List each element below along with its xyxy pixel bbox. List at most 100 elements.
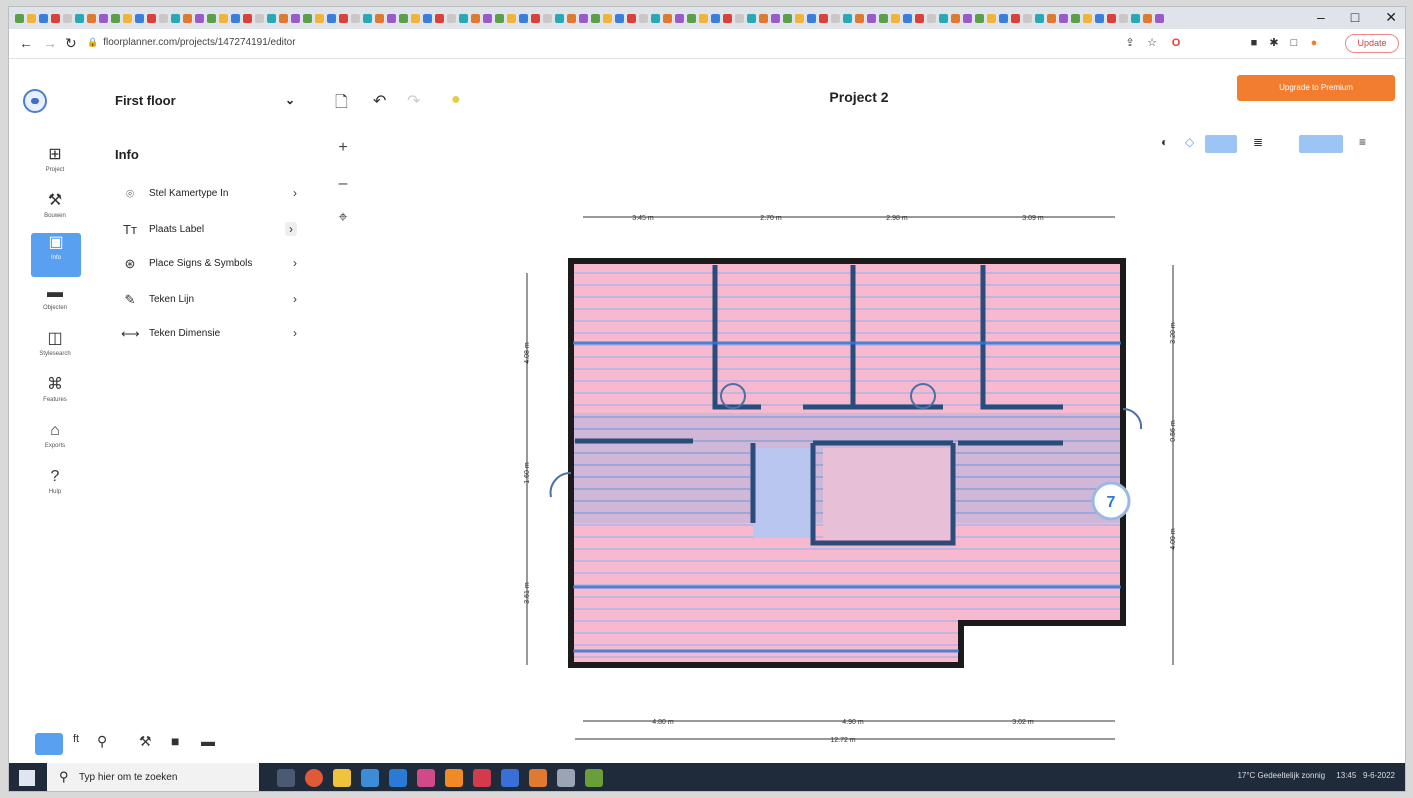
tab-favicon-icon[interactable]: [495, 14, 504, 23]
store-app-icon[interactable]: [361, 769, 379, 787]
tab-favicon-icon[interactable]: [471, 14, 480, 23]
tab-favicon-icon[interactable]: [651, 14, 660, 23]
tab-favicon-icon[interactable]: [663, 14, 672, 23]
mail-app-icon[interactable]: [389, 769, 407, 787]
tab-favicon-icon[interactable]: [579, 14, 588, 23]
tab-favicon-icon[interactable]: [231, 14, 240, 23]
tab-favicon-icon[interactable]: [807, 14, 816, 23]
opera-icon[interactable]: O: [1169, 36, 1183, 50]
puzzle-icon[interactable]: ✱: [1267, 36, 1281, 50]
tab-favicon-icon[interactable]: [567, 14, 576, 23]
sidepanel-icon[interactable]: □: [1287, 36, 1301, 50]
tab-favicon-icon[interactable]: [159, 14, 168, 23]
photos-app-icon[interactable]: [417, 769, 435, 787]
tab-favicon-icon[interactable]: [171, 14, 180, 23]
tab-favicon-icon[interactable]: [99, 14, 108, 23]
tab-favicon-icon[interactable]: [795, 14, 804, 23]
layers-view-icon[interactable]: [1205, 135, 1237, 153]
tab-favicon-icon[interactable]: [291, 14, 300, 23]
tab-favicon-icon[interactable]: [51, 14, 60, 23]
tab-favicon-icon[interactable]: [903, 14, 912, 23]
tab-favicon-icon[interactable]: [1071, 14, 1080, 23]
sidebar-item-features[interactable]: ⌘ Features: [29, 375, 81, 419]
tab-favicon-icon[interactable]: [135, 14, 144, 23]
browser-tabs[interactable]: [15, 12, 1205, 25]
system-tray[interactable]: 17°C Gedeeltelijk zonnig 13:45 9-6-2022: [1237, 771, 1395, 780]
tab-favicon-icon[interactable]: [687, 14, 696, 23]
task-view-icon[interactable]: [277, 769, 295, 787]
tab-favicon-icon[interactable]: [927, 14, 936, 23]
tab-favicon-icon[interactable]: [303, 14, 312, 23]
app-icon-red[interactable]: [473, 769, 491, 787]
project-title[interactable]: Project 2: [809, 89, 909, 105]
sidebar-item-hulp[interactable]: ? Hulp: [29, 467, 81, 511]
tab-favicon-icon[interactable]: [747, 14, 756, 23]
tab-favicon-icon[interactable]: [447, 14, 456, 23]
extension-icon[interactable]: ■: [1247, 36, 1261, 50]
tab-favicon-icon[interactable]: [519, 14, 528, 23]
tab-favicon-icon[interactable]: [111, 14, 120, 23]
tab-favicon-icon[interactable]: [543, 14, 552, 23]
back-arrow-icon[interactable]: ←: [19, 35, 33, 51]
2d-view-icon[interactable]: ◇: [1185, 135, 1194, 153]
sidebar-item-info[interactable]: ▣ Info: [31, 233, 81, 277]
tab-favicon-icon[interactable]: [1131, 14, 1140, 23]
reload-icon[interactable]: ↻: [65, 35, 77, 52]
update-button[interactable]: Update: [1345, 34, 1399, 53]
tab-favicon-icon[interactable]: [615, 14, 624, 23]
panel-item-place-label[interactable]: Tт Plaats Label ›: [115, 219, 311, 243]
bottom-tool-ft-icon[interactable]: ft: [73, 733, 79, 745]
new-document-icon[interactable]: 🗋: [335, 91, 348, 118]
upgrade-button[interactable]: Upgrade to Premium: [1237, 75, 1395, 101]
app-icon-blue[interactable]: [501, 769, 519, 787]
tab-favicon-icon[interactable]: [831, 14, 840, 23]
layers-icon[interactable]: ≣: [1253, 135, 1263, 153]
floorplanner-logo-icon[interactable]: [23, 89, 47, 113]
tab-favicon-icon[interactable]: [939, 14, 948, 23]
tab-favicon-icon[interactable]: [363, 14, 372, 23]
tab-favicon-icon[interactable]: [627, 14, 636, 23]
tab-favicon-icon[interactable]: [1023, 14, 1032, 23]
app-icon-green[interactable]: [585, 769, 603, 787]
tab-favicon-icon[interactable]: [123, 14, 132, 23]
tab-favicon-icon[interactable]: [75, 14, 84, 23]
tab-favicon-icon[interactable]: [87, 14, 96, 23]
taskbar-search[interactable]: ⚲ Typ hier om te zoeken: [47, 763, 259, 791]
tab-favicon-icon[interactable]: [639, 14, 648, 23]
small-room-left[interactable]: [753, 448, 813, 538]
tab-favicon-icon[interactable]: [783, 14, 792, 23]
tab-favicon-icon[interactable]: [195, 14, 204, 23]
tab-favicon-icon[interactable]: [759, 14, 768, 23]
minimize-icon[interactable]: –: [1317, 9, 1325, 26]
tab-favicon-icon[interactable]: [855, 14, 864, 23]
app-icon-gray[interactable]: [557, 769, 575, 787]
tab-favicon-icon[interactable]: [39, 14, 48, 23]
tab-favicon-icon[interactable]: [15, 14, 24, 23]
tab-favicon-icon[interactable]: [1119, 14, 1128, 23]
redo-icon[interactable]: ↷: [407, 91, 420, 111]
tab-favicon-icon[interactable]: [915, 14, 924, 23]
panel-item-room-type[interactable]: ⌾ Stel Kamertype In ›: [115, 183, 311, 207]
tab-favicon-icon[interactable]: [27, 14, 36, 23]
menu-icon[interactable]: ≡: [1359, 135, 1366, 153]
search-icon[interactable]: ⚲: [97, 733, 107, 750]
tab-favicon-icon[interactable]: [1035, 14, 1044, 23]
undo-icon[interactable]: ↶: [373, 91, 386, 111]
tab-favicon-icon[interactable]: [255, 14, 264, 23]
tab-favicon-icon[interactable]: [375, 14, 384, 23]
tab-favicon-icon[interactable]: [531, 14, 540, 23]
zoom-in-icon[interactable]: +: [335, 139, 351, 157]
tab-favicon-icon[interactable]: [1059, 14, 1068, 23]
tab-favicon-icon[interactable]: [951, 14, 960, 23]
panel-item-dimension[interactable]: ⟷ Teken Dimensie ›: [115, 323, 311, 347]
tab-favicon-icon[interactable]: [327, 14, 336, 23]
tab-favicon-icon[interactable]: [843, 14, 852, 23]
browser-app-icon[interactable]: [305, 769, 323, 787]
tab-favicon-icon[interactable]: [147, 14, 156, 23]
app-icon-paint[interactable]: [529, 769, 547, 787]
tab-favicon-icon[interactable]: [279, 14, 288, 23]
close-icon[interactable]: ✕: [1385, 9, 1397, 26]
tab-favicon-icon[interactable]: [507, 14, 516, 23]
tab-favicon-icon[interactable]: [1155, 14, 1164, 23]
sidebar-item-project[interactable]: ⊞ Project: [29, 145, 81, 189]
